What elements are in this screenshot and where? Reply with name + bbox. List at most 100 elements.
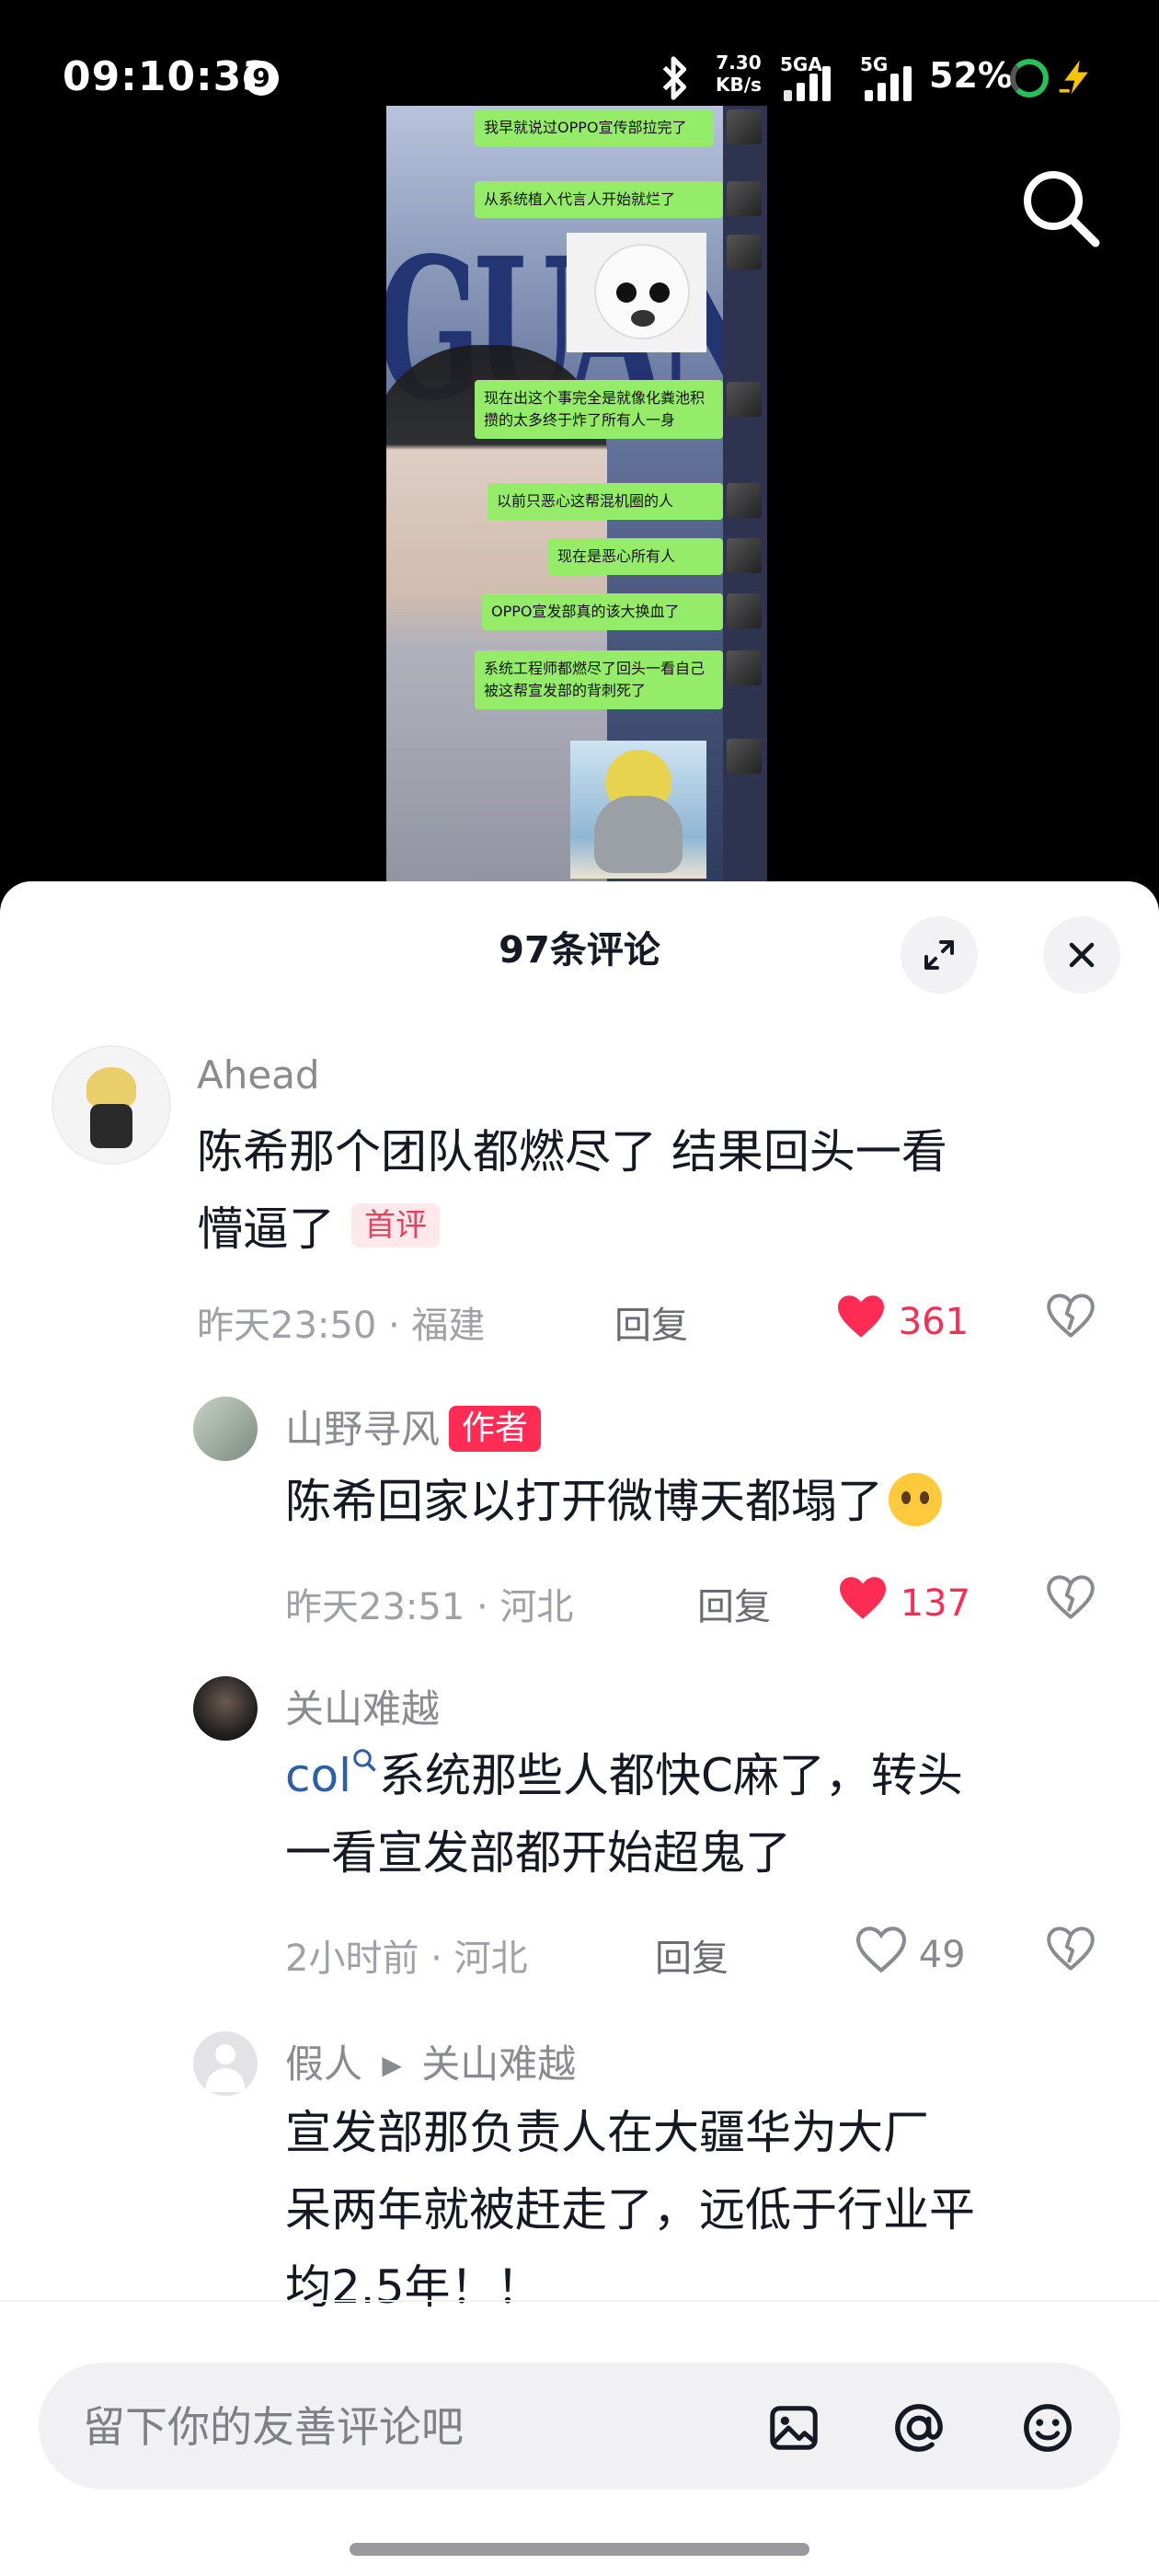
close-icon [1069,942,1095,968]
comment-text: col 系统那些人都快C麻了，转头 一看宣发部都开始超鬼了 [285,1737,1113,1892]
like-count: 49 [918,1934,966,1976]
comment-text-line: 均2.5年！！ [285,2260,543,2314]
reply-button[interactable]: 回复 [697,1577,771,1630]
chat-avatar [727,739,762,774]
home-indicator[interactable] [350,2543,809,2556]
dislike-heart-icon[interactable] [1047,1292,1095,1340]
chat-bubble: 以前只恶心这帮混机圈的人 [488,483,723,520]
heart-icon [840,1577,886,1619]
expand-icon [924,940,954,970]
robot-head [594,244,690,339]
pleading-face-emoji-icon [889,1473,942,1526]
reply-arrow-icon: ▶ [382,2050,402,2080]
comment-text-fragment: 系统那些人都快C麻了，转头 [378,1749,963,1802]
comment-text: 陈希那个团队都燃尽了 结果回头一看 懵逼了 首评 [197,1113,1117,1268]
avatar[interactable] [193,2031,258,2096]
at-icon[interactable] [892,2401,946,2455]
comment-nickname[interactable]: Ahead [197,1052,320,1098]
comment-nickname-row: 山野寻风 作者 [285,1398,542,1455]
input-divider [0,2300,1159,2302]
avatar[interactable] [52,1045,171,1165]
robot-sticker [567,233,706,352]
like-button[interactable]: 49 [855,1926,966,1976]
comment-text-fragment: 陈希回家以打开微博天都塌了 [285,1475,883,1528]
comment-panel: 97条评论 Ahead 陈希那个团队都燃尽了 结果回头一看 懵逼了 首评 昨天23… [0,881,1159,2576]
comment-text-fragment: 懵逼了 [197,1202,335,1256]
mention-link[interactable]: col [285,1749,351,1802]
robot-mouth [631,310,655,327]
charging-bolt-icon [1059,60,1088,95]
chat-avatar [727,235,762,270]
chat-bubble: 现在是恶心所有人 [548,538,723,575]
chat-avatar [727,538,762,573]
seal-sticker [570,741,706,879]
dislike-heart-icon[interactable] [1047,1925,1095,1972]
comment-text: 陈希回家以打开微博天都塌了 [285,1463,1113,1540]
avatar[interactable] [193,1397,258,1461]
comment-text-line: 一看宣发部都开始超鬼了 [285,1826,791,1880]
chat-avatar [727,650,762,685]
reply-button[interactable]: 回复 [655,1928,729,1982]
comment-time-location: 2小时前 · 河北 [285,1938,528,1980]
author-badge: 作者 [449,1406,542,1452]
battery-ring-icon [1010,59,1049,98]
network-speed-unit: KB/s [716,74,762,96]
chat-bubble: 系统工程师都燃尽了回头一看自己被这帮宣发部的背刺死了 [475,650,723,709]
comment-count-title: 97条评论 [499,929,660,972]
avatar-hair [86,1067,136,1108]
signal-2-icon [865,59,920,101]
avatar-default-body [206,2068,245,2092]
avatar-default-head [215,2044,235,2064]
first-comment-badge: 首评 [351,1203,440,1248]
chat-bubble: 现在出这个事完全是就像化粪池积攒的太多终于炸了所有人一身 [475,380,723,439]
notification-badge: 9 [244,61,279,96]
comment-nickname[interactable]: 假人 [285,2041,362,2087]
comment-text-line: col 系统那些人都快C麻了，转头 [285,1737,1113,1814]
comment-text-line: 陈希那个团队都燃尽了 结果回头一看 [197,1125,947,1179]
comment-text: 宣发部那负责人在大疆华为大厂 呆两年就被赶走了，远低于行业平 均2.5年！！ [285,2094,1113,2326]
chat-avatar [727,109,762,144]
chat-avatar [727,181,762,216]
comment-text-line: 懵逼了 首评 [197,1190,1117,1268]
comment-time-location: 昨天23:50 · 福建 [197,1305,486,1347]
reply-to-nickname[interactable]: 关山难越 [421,2041,576,2087]
image-icon[interactable] [767,2401,820,2455]
seal-body [594,796,683,873]
robot-eye [649,282,670,303]
search-icon[interactable] [1016,164,1105,252]
like-count: 361 [898,1301,970,1343]
robot-eye [616,282,637,303]
reply-button[interactable]: 回复 [614,1295,688,1349]
avatar-body [90,1104,132,1148]
network-speed: 7.30 KB/s [716,52,762,96]
battery-level: 52% [929,55,1013,96]
comment-text-line: 宣发部那负责人在大疆华为大厂 [285,2106,929,2159]
chat-avatar [727,483,762,518]
chat-avatar [727,382,762,417]
like-button[interactable]: 137 [837,1575,970,1625]
like-button[interactable]: 361 [835,1294,969,1343]
comment-time-location: 昨天23:51 · 河北 [285,1586,574,1628]
chat-bubble: 我早就说过OPPO宣传部拉完了 [475,109,714,146]
avatar[interactable] [193,1676,258,1741]
comment-nickname[interactable]: 关山难越 [285,1678,440,1734]
comment-input-bar [39,2363,1120,2491]
video-frame[interactable]: GUANYUAN 我早就说过OPPO宣传部拉完了 从系统植入代言人开始就烂了 现… [386,106,767,883]
heart-icon [855,1926,907,1973]
chat-bubble: 从系统植入代言人开始就烂了 [475,181,723,218]
chat-avatar [727,593,762,628]
comment-input[interactable] [81,2363,747,2491]
bluetooth-icon [662,56,687,100]
expand-button[interactable] [901,916,978,994]
search-icon [353,1749,376,1772]
network-speed-value: 7.30 [716,52,762,74]
emoji-icon[interactable] [1021,2401,1074,2455]
close-button[interactable] [1043,916,1120,994]
dislike-heart-icon[interactable] [1047,1573,1095,1621]
like-count: 137 [900,1582,971,1625]
comment-nickname-row: 假人 ▶ 关山难越 [285,2033,576,2089]
comment-text-line: 呆两年就被赶走了，远低于行业平 [285,2183,975,2237]
signal-1-icon [784,59,848,101]
status-time: 09:10:33 [63,53,271,100]
comment-nickname[interactable]: 山野寻风 [285,1407,440,1452]
